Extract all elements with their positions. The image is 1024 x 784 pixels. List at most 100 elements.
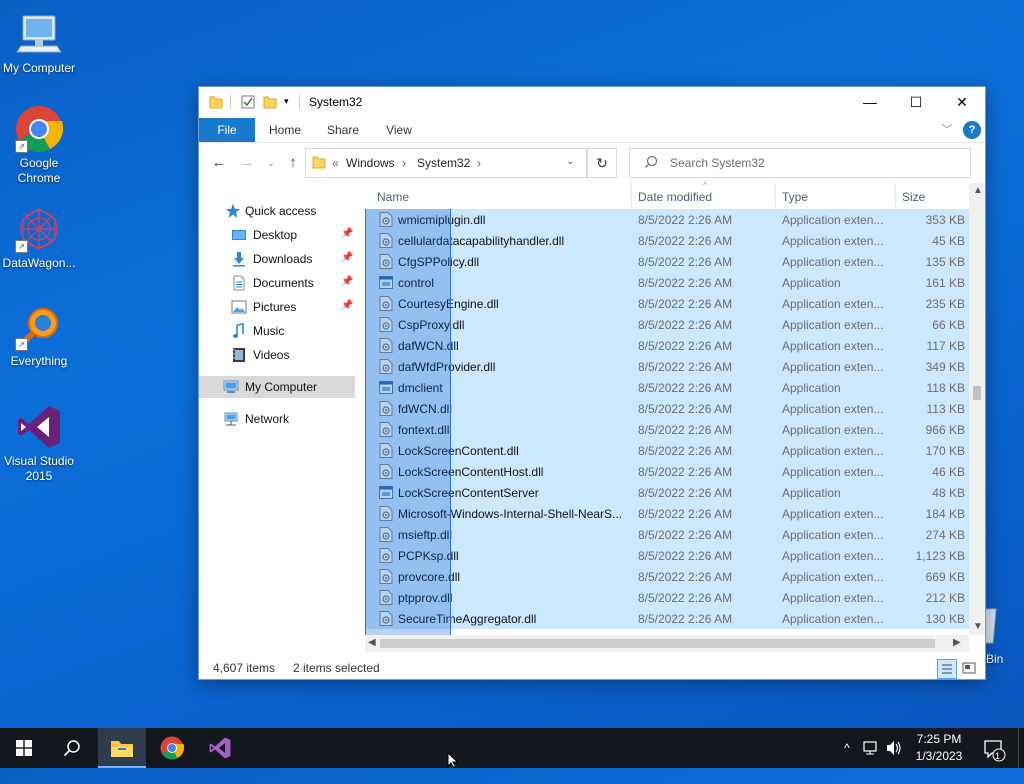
table-row[interactable]: dafWCN.dll 8/5/2022 2:26 AM Application ex…	[365, 335, 969, 356]
network-status-icon[interactable]	[862, 728, 880, 768]
pin-icon[interactable]: 📌	[341, 300, 353, 311]
column-date-modified[interactable]: Date modified	[638, 190, 712, 204]
tab-share[interactable]: Share	[319, 118, 367, 142]
new-folder-icon[interactable]	[263, 94, 277, 113]
horizontal-scrollbar[interactable]: ◀ ▶	[365, 635, 969, 652]
table-row[interactable]: cellulardatacapabilityhandler.dll 8/5/202…	[365, 230, 969, 251]
file-date-modified: 8/5/2022 2:26 AM	[638, 297, 733, 311]
close-button[interactable]: ✕	[939, 87, 985, 117]
start-button[interactable]	[0, 728, 48, 768]
show-hidden-icons-button[interactable]: ^	[838, 728, 856, 768]
scrollbar-thumb[interactable]	[973, 386, 981, 400]
nav-item-my-computer[interactable]: My Computer	[199, 376, 355, 398]
breadcrumb-windows[interactable]: Windows	[346, 156, 395, 170]
table-row[interactable]: LockScreenContentHost.dll 8/5/2022 2:26 A…	[365, 461, 969, 482]
breadcrumb-overflow[interactable]: «	[332, 156, 339, 170]
scroll-right-icon[interactable]: ▶	[953, 637, 961, 648]
table-row[interactable]: CfgSPPolicy.dll 8/5/2022 2:26 AM Applicati…	[365, 251, 969, 272]
table-row[interactable]: LockScreenContent.dll 8/5/2022 2:26 AM App…	[365, 440, 969, 461]
scroll-up-icon[interactable]: ▲	[973, 185, 983, 196]
dll-file-icon	[379, 569, 393, 584]
nav-item-documents[interactable]: Documents 📌	[199, 272, 355, 294]
scroll-down-icon[interactable]: ▼	[973, 621, 983, 632]
scrollbar-thumb[interactable]	[380, 639, 935, 648]
show-desktop-button[interactable]	[1018, 728, 1024, 768]
back-arrow-icon[interactable]: ←	[209, 153, 229, 173]
table-row[interactable]: dafWfdProvider.dll 8/5/2022 2:26 AM Applic…	[365, 356, 969, 377]
up-arrow-icon[interactable]: ↑	[283, 153, 303, 173]
help-icon[interactable]: ?	[963, 121, 981, 139]
visual-studio-button[interactable]	[196, 728, 244, 768]
table-row[interactable]: provcore.dll 8/5/2022 2:26 AM Application …	[365, 566, 969, 587]
table-row[interactable]: msieftp.dll 8/5/2022 2:26 AM Application e…	[365, 524, 969, 545]
breadcrumb-separator-icon[interactable]: ›	[477, 156, 481, 170]
table-row[interactable]: control 8/5/2022 2:26 AM Application 161 KB	[365, 272, 969, 293]
column-type[interactable]: Type	[782, 190, 808, 204]
table-row[interactable]: SecureTimeAggregator.dll 8/5/2022 2:26 AM…	[365, 608, 969, 629]
file-date-modified: 8/5/2022 2:26 AM	[638, 444, 733, 458]
address-dropdown-icon[interactable]: ⌄	[566, 156, 574, 167]
volume-icon[interactable]	[885, 728, 903, 768]
table-row[interactable]: dmclient 8/5/2022 2:26 AM Application 118 K…	[365, 377, 969, 398]
search-button[interactable]	[48, 728, 96, 768]
properties-icon[interactable]	[241, 94, 255, 113]
breadcrumb-separator-icon[interactable]: ›	[402, 156, 406, 170]
pin-icon[interactable]: 📌	[341, 276, 353, 287]
table-row[interactable]: LockScreenContentServer 8/5/2022 2:26 AM A…	[365, 482, 969, 503]
file-name: LockScreenContent.dll	[398, 444, 519, 458]
recent-locations-icon[interactable]: ⌄	[261, 153, 281, 173]
desktop-icon-visual-studio[interactable]: Visual Studio 2015	[0, 403, 78, 484]
column-separator[interactable]	[775, 183, 776, 207]
column-separator[interactable]	[895, 183, 896, 207]
table-row[interactable]: wmicmiplugin.dll 8/5/2022 2:26 AM Applicat…	[365, 209, 969, 230]
table-row[interactable]: CspProxy.dll 8/5/2022 2:26 AM Application …	[365, 314, 969, 335]
file-name: dmclient	[398, 381, 443, 395]
large-icons-view-icon[interactable]	[961, 660, 977, 679]
column-size[interactable]: Size	[902, 190, 925, 204]
minimize-button[interactable]: —	[847, 87, 893, 117]
tab-view[interactable]: View	[375, 118, 423, 142]
tab-home[interactable]: Home	[261, 118, 309, 142]
nav-item-music[interactable]: Music	[199, 320, 355, 342]
table-row[interactable]: CourtesyEngine.dll 8/5/2022 2:26 AM Applic…	[365, 293, 969, 314]
vertical-scrollbar[interactable]: ▲ ▼	[969, 183, 985, 635]
table-row[interactable]: Microsoft-Windows-Internal-Shell-NearS..…	[365, 503, 969, 524]
column-name[interactable]: Name	[377, 190, 409, 204]
nav-item-videos[interactable]: Videos	[199, 344, 355, 366]
file-date-modified: 8/5/2022 2:26 AM	[638, 255, 733, 269]
table-row[interactable]: PCPKsp.dll 8/5/2022 2:26 AM Application ex…	[365, 545, 969, 566]
breadcrumb-system32[interactable]: System32	[417, 156, 470, 170]
nav-label: Music	[253, 324, 285, 338]
table-row[interactable]: fdWCN.dll 8/5/2022 2:26 AM Application ext…	[365, 398, 969, 419]
forward-arrow-icon[interactable]: →	[237, 153, 257, 173]
tab-file[interactable]: File	[199, 118, 255, 142]
desktop-icon-my-computer[interactable]: My Computer	[0, 10, 78, 76]
system-clock[interactable]: 7:25 PM 1/3/2023	[904, 731, 974, 765]
column-separator[interactable]	[631, 183, 632, 207]
chrome-button[interactable]	[148, 728, 196, 768]
customize-quick-access-icon[interactable]: ▾	[284, 96, 289, 107]
expand-ribbon-icon[interactable]: ﹀	[939, 118, 955, 142]
scroll-left-icon[interactable]: ◀	[368, 637, 376, 648]
desktop-icon-everything[interactable]: ↗ Everything	[0, 303, 78, 369]
address-bar[interactable]: « Windows › System32 › ⌄	[305, 148, 587, 178]
nav-item-desktop[interactable]: Desktop 📌	[199, 224, 355, 246]
file-explorer-button[interactable]	[98, 728, 146, 768]
search-input[interactable]: Search System32	[629, 148, 971, 178]
table-row[interactable]: ptpprov.dll 8/5/2022 2:26 AM Application e…	[365, 587, 969, 608]
nav-item-downloads[interactable]: Downloads 📌	[199, 248, 355, 270]
notifications-button[interactable]: 1	[982, 728, 1006, 768]
desktop-icon-google-chrome[interactable]: ↗ Google Chrome	[0, 105, 78, 186]
table-row[interactable]: fontext.dll 8/5/2022 2:26 AM Application e…	[365, 419, 969, 440]
refresh-button[interactable]: ↻	[587, 148, 617, 178]
nav-item-quick-access[interactable]: Quick access	[199, 200, 355, 222]
maximize-button[interactable]: ☐	[893, 87, 939, 117]
file-name: cellulardatacapabilityhandler.dll	[398, 234, 565, 248]
nav-item-network[interactable]: Network	[199, 408, 355, 430]
nav-item-pictures[interactable]: Pictures 📌	[199, 296, 355, 318]
details-view-icon[interactable]	[937, 659, 957, 679]
file-type: Application exten...	[782, 507, 884, 521]
pin-icon[interactable]: 📌	[341, 252, 353, 263]
pin-icon[interactable]: 📌	[341, 228, 353, 239]
desktop-icon-datawagon[interactable]: ↗ DataWagon...	[0, 205, 78, 271]
